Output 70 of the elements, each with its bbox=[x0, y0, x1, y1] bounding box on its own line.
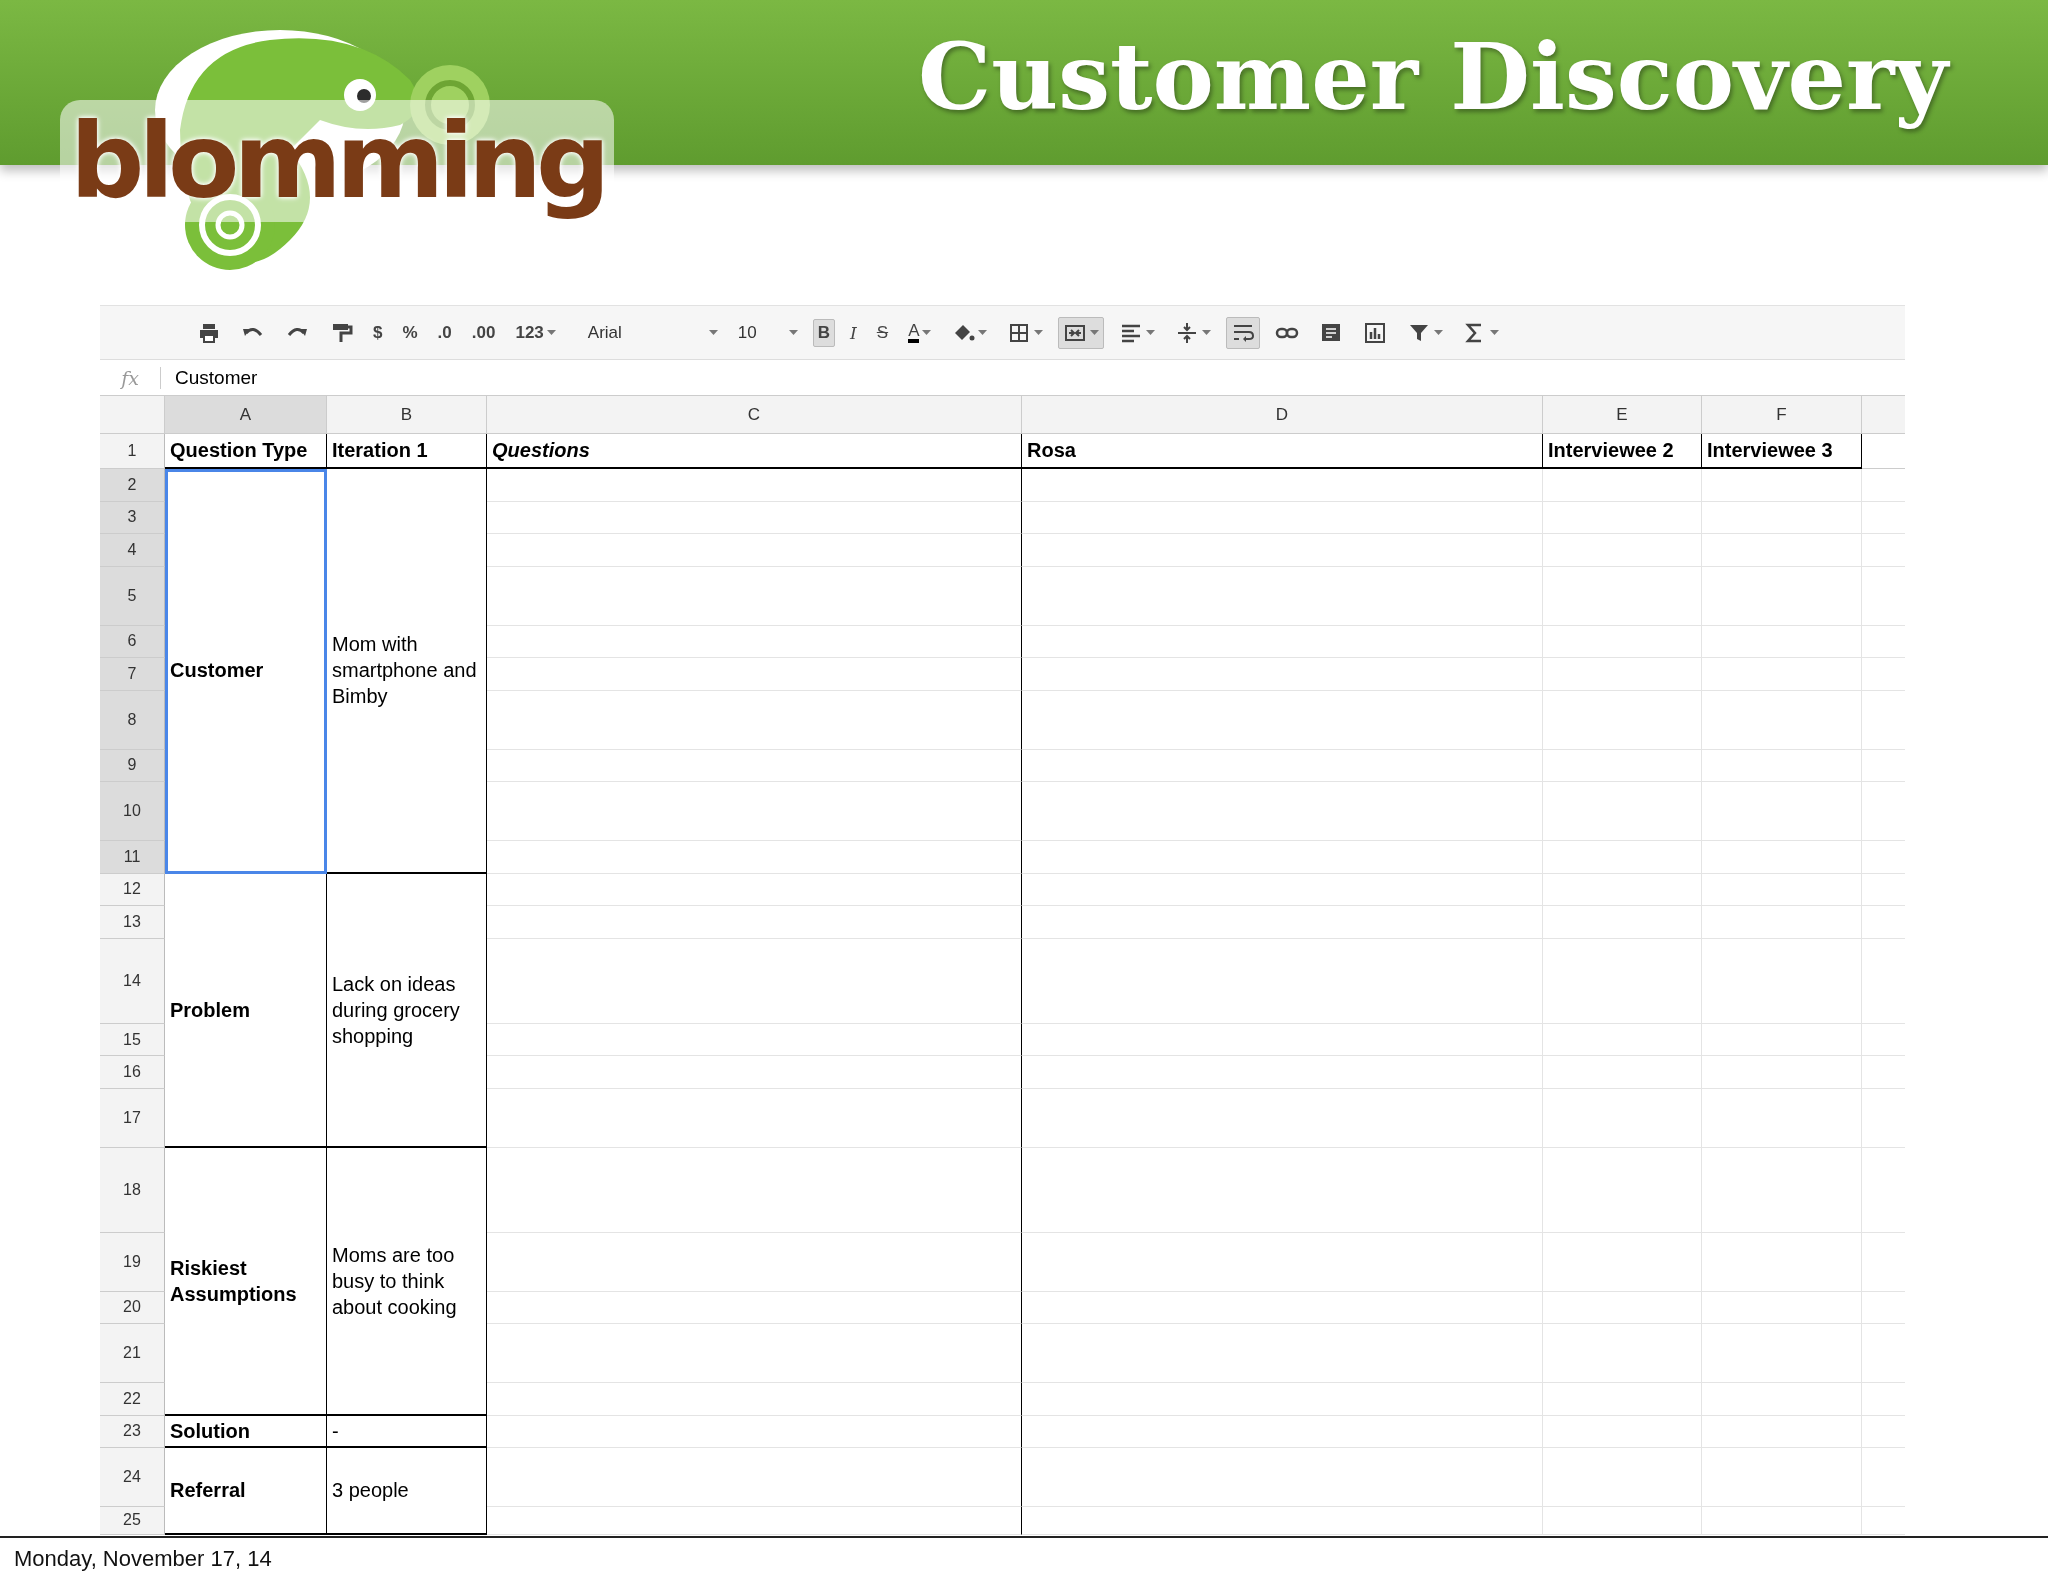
row-number[interactable]: 17 bbox=[100, 1088, 165, 1148]
header-cell: Interviewee 3 bbox=[1702, 434, 1862, 469]
toolbar-button[interactable]: % bbox=[397, 318, 423, 347]
row-number[interactable]: 3 bbox=[100, 501, 165, 535]
column-header[interactable]: E bbox=[1543, 396, 1702, 434]
column-header[interactable]: B bbox=[327, 396, 487, 434]
caret-icon[interactable] bbox=[788, 329, 798, 336]
row-number[interactable]: 24 bbox=[100, 1448, 165, 1507]
header-cell: Iteration 1 bbox=[327, 434, 487, 469]
row-number[interactable]: 23 bbox=[100, 1415, 165, 1449]
caret-icon[interactable] bbox=[1146, 329, 1156, 336]
row-number[interactable]: 14 bbox=[100, 938, 165, 1024]
column-header[interactable]: C bbox=[487, 396, 1022, 434]
caret-icon[interactable] bbox=[1490, 329, 1500, 336]
toolbar-button[interactable]: Arial bbox=[582, 318, 723, 347]
row-number[interactable]: 2 bbox=[100, 469, 165, 502]
row-number[interactable]: 20 bbox=[100, 1291, 165, 1325]
row-number[interactable]: 10 bbox=[100, 782, 165, 841]
row-number[interactable]: 7 bbox=[100, 658, 165, 691]
row-number[interactable]: 21 bbox=[100, 1324, 165, 1383]
toolbar-button[interactable] bbox=[1058, 316, 1105, 349]
toolbar-button[interactable]: .0 bbox=[432, 318, 457, 347]
row-number[interactable]: 8 bbox=[100, 690, 165, 750]
toolbar-button[interactable]: 123 bbox=[510, 318, 561, 347]
row-number[interactable]: 13 bbox=[100, 906, 165, 939]
header-cell: Rosa bbox=[1022, 434, 1543, 469]
caret-icon[interactable] bbox=[1202, 329, 1212, 336]
caret-icon[interactable] bbox=[1034, 329, 1044, 336]
column-header[interactable]: F bbox=[1702, 396, 1862, 434]
caret-icon[interactable] bbox=[708, 329, 718, 336]
caret-icon[interactable] bbox=[1434, 329, 1444, 336]
row-number[interactable]: 22 bbox=[100, 1382, 165, 1416]
row-number[interactable]: 4 bbox=[100, 534, 165, 567]
row-number[interactable]: 6 bbox=[100, 625, 165, 659]
header-cell: Questions bbox=[487, 434, 1022, 469]
slide-date: Monday, November 17, 14 bbox=[13, 1545, 273, 1572]
row-number[interactable]: 25 bbox=[100, 1506, 165, 1535]
toolbar-button[interactable]: A bbox=[903, 318, 937, 347]
header-cell: Interviewee 2 bbox=[1543, 434, 1702, 469]
table-cell: Moms are too busy to think about cooking bbox=[327, 1147, 487, 1416]
column-header[interactable]: A bbox=[165, 396, 327, 434]
caret-icon[interactable] bbox=[546, 329, 556, 336]
row-number[interactable]: 19 bbox=[100, 1232, 165, 1292]
row-number[interactable]: 16 bbox=[100, 1056, 165, 1089]
table-cell: Lack on ideas during grocery shopping bbox=[327, 873, 487, 1148]
logo-wordmark: blomming bbox=[60, 100, 615, 222]
toolbar-button[interactable]: .00 bbox=[466, 318, 501, 347]
toolbar-button[interactable]: B bbox=[812, 318, 836, 347]
table-cell: Mom with smartphone and Bimby bbox=[327, 469, 487, 874]
row-number[interactable]: 12 bbox=[100, 873, 165, 907]
caret-icon[interactable] bbox=[978, 329, 988, 336]
caret-icon[interactable] bbox=[922, 329, 932, 336]
formula-input[interactable]: Customer bbox=[175, 366, 258, 389]
toolbar-button[interactable]: S bbox=[871, 318, 894, 347]
row-number[interactable]: 1 bbox=[100, 434, 165, 469]
row-number[interactable]: 18 bbox=[100, 1147, 165, 1233]
row-number[interactable]: 11 bbox=[100, 840, 165, 874]
row-number[interactable]: 5 bbox=[100, 566, 165, 626]
row-number[interactable]: 9 bbox=[100, 749, 165, 783]
caret-icon[interactable] bbox=[1090, 329, 1100, 336]
toolbar-button[interactable]: I bbox=[845, 318, 862, 347]
table-cell: 3 people bbox=[327, 1448, 487, 1535]
column-header[interactable]: D bbox=[1022, 396, 1543, 434]
table-cell[interactable]: Customer bbox=[165, 469, 327, 874]
table-cell: - bbox=[327, 1415, 487, 1449]
row-number[interactable]: 15 bbox=[100, 1023, 165, 1057]
toolbar-button[interactable]: $ bbox=[368, 318, 388, 347]
header-cell: Question Type bbox=[165, 434, 327, 469]
formula-label: fx bbox=[100, 366, 161, 389]
toolbar-button[interactable]: 10 bbox=[732, 318, 803, 347]
